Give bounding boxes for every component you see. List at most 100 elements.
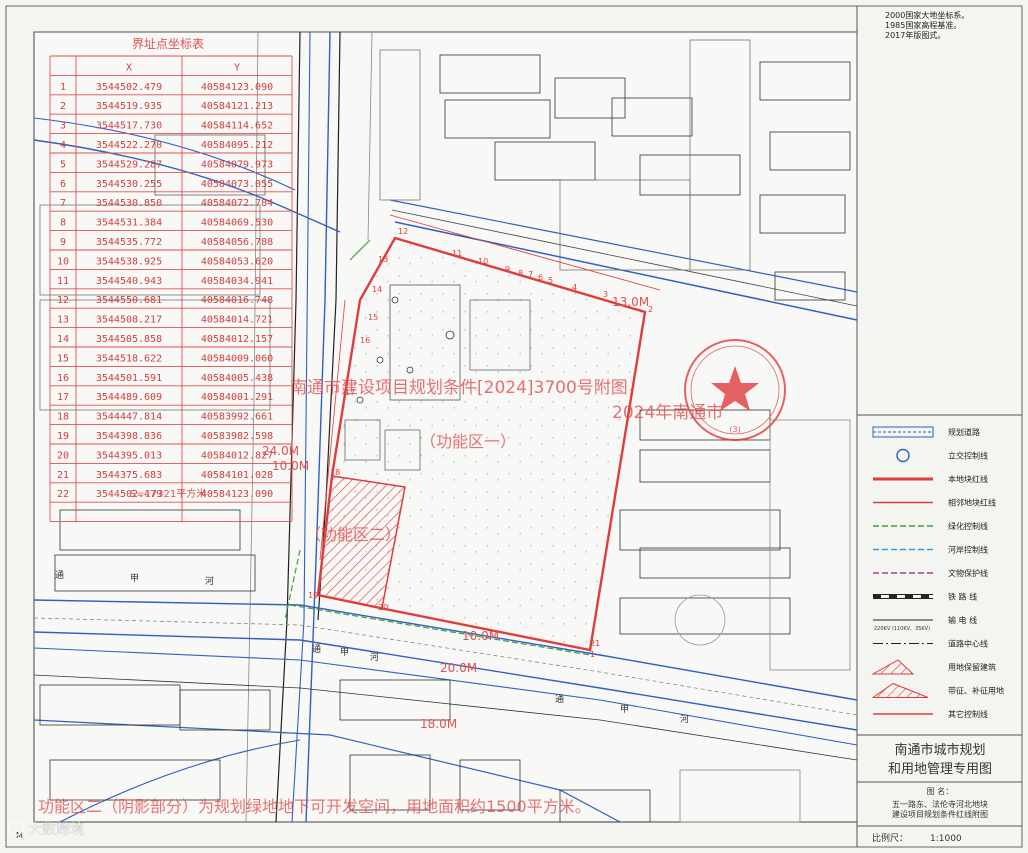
table-cell-point: 2 (60, 101, 66, 112)
table-cell-y: 40584114.652 (201, 121, 273, 132)
table-header: X (126, 62, 132, 73)
road-name: 河 (680, 713, 689, 725)
table-cell-point: 6 (60, 179, 66, 190)
table-header: Y (234, 62, 240, 73)
table-cell-y: 40584012.157 (201, 334, 273, 345)
road-name: 通 (555, 694, 564, 705)
setback-label: 10.0M (272, 459, 309, 473)
table-cell-y: 40584009.060 (201, 353, 273, 364)
header-note: 2000国家大地坐标系。 (885, 10, 969, 20)
point-label: 15 (368, 313, 378, 322)
legend-label: 道路中心线 (948, 639, 988, 649)
table-cell-y: 40584079.973 (201, 159, 273, 170)
table-cell-point: 7 (60, 198, 66, 209)
table-cell-x: 3544398.836 (96, 431, 162, 442)
table-cell-x: 3544502.479 (96, 82, 162, 93)
map-name-1: 五一路东、法伦寺河北地块 (892, 799, 988, 809)
point-label: 13 (378, 255, 388, 264)
table-cell-point: 14 (57, 334, 69, 345)
table-cell-point: 15 (57, 353, 69, 364)
table-cell-x: 3544538.925 (96, 256, 162, 267)
setback-label: 24.0M (262, 444, 299, 458)
point-label: 9 (505, 265, 510, 274)
table-cell-y: 40583982.598 (201, 431, 273, 442)
point-label: 8 (518, 269, 523, 278)
legend-label: 规划道路 (948, 427, 980, 437)
table-cell-point: 11 (57, 276, 69, 287)
table-cell-point: 20 (57, 450, 69, 461)
scale-value: 1:1000 (930, 834, 962, 844)
legend-label: 铁 路 线 (948, 592, 977, 602)
bottom-note: 功能区二（阴影部分）为规划绿地地下可开发空间，用地面积约1500平方米。 (38, 797, 591, 816)
legend-label: 输 电 线 (948, 615, 977, 625)
legend-label: 文物保护线 (948, 568, 988, 578)
point-label: 4 (572, 283, 577, 292)
table-cell-x: 3544505.858 (96, 334, 162, 345)
road-name: 河 (205, 575, 214, 587)
org-line-1: 南通市城市规划 (894, 742, 985, 758)
point-label: 16 (360, 336, 370, 345)
header-note: 1985国家高程基准。 (885, 20, 961, 30)
road-name: 甲 (620, 704, 629, 715)
table-cell-x: 3544375.683 (96, 470, 162, 481)
point-label: 18 (330, 468, 340, 477)
table-cell-y: 40584056.788 (201, 237, 273, 248)
setback-label: 13.0M (612, 295, 649, 309)
point-label: 11 (452, 249, 462, 258)
point-label: 21 (590, 639, 600, 648)
point-label: 1 (590, 650, 595, 659)
table-cell-point: 12 (57, 295, 69, 306)
legend-label: 本地块红线 (948, 474, 988, 484)
table-cell-y: 40584072.784 (201, 198, 273, 209)
legend-label: 其它控制线 (948, 709, 988, 719)
table-cell-x: 3544530.850 (96, 198, 162, 209)
point-label: 19 (308, 591, 318, 600)
point-label: 20 (378, 603, 388, 612)
table-cell-x: 3544540.943 (96, 276, 162, 287)
coordinate-table-area: S=17321平方米 (130, 487, 207, 500)
table-cell-x: 3544522.270 (96, 140, 162, 151)
legend-label: 用地保留建筑 (948, 662, 996, 672)
legend-label: 相邻地块红线 (948, 498, 996, 508)
stamp-number: (3) (729, 425, 740, 434)
point-label: 10 (478, 257, 488, 266)
point-label: 3 (603, 290, 608, 299)
legend-label: 带征、补征用地 (948, 686, 1004, 696)
point-label: 14 (372, 285, 382, 294)
table-cell-y: 40584053.620 (201, 256, 273, 267)
table-cell-point: 9 (60, 237, 66, 248)
table-cell-x: 3544535.772 (96, 237, 162, 248)
table-cell-point: 21 (57, 470, 69, 481)
road-name: 通 (55, 570, 64, 581)
table-cell-y: 40584095.212 (201, 140, 273, 151)
table-cell-y: 40584014.721 (201, 315, 273, 326)
point-label: 12 (398, 227, 408, 236)
table-cell-point: 22 (57, 489, 69, 500)
map-name-2: 建设项目规划条件红线附图 (892, 809, 988, 819)
header-note: 2017年版图式。 (885, 30, 945, 40)
table-cell-x: 3544529.287 (96, 159, 162, 170)
table-cell-x: 3544395.013 (96, 450, 162, 461)
table-cell-point: 16 (57, 373, 69, 384)
table-cell-x: 3544508.217 (96, 315, 162, 326)
overlay-title-2: 2024年南通市 (612, 403, 723, 423)
table-cell-x: 3544518.622 (96, 353, 162, 364)
table-cell-y: 40584016.748 (201, 295, 273, 306)
table-cell-point: 3 (60, 121, 66, 132)
watermark-text: 大数跨境 (28, 822, 84, 838)
table-cell-x: 3544517.730 (96, 121, 162, 132)
setback-label: 18.0M (420, 717, 457, 731)
table-cell-point: 18 (57, 412, 69, 423)
table-cell-x: 3544550.681 (96, 295, 162, 306)
legend-label: 立交控制线 (948, 451, 988, 461)
road-name: 甲 (340, 647, 349, 658)
table-cell-point: 5 (60, 159, 66, 170)
table-cell-point: 4 (60, 140, 66, 151)
table-cell-y: 40584123.090 (201, 489, 273, 500)
table-cell-x: 3544530.255 (96, 179, 162, 190)
legend-sublabel: 220KV (110KV、35KV) (874, 626, 930, 632)
table-cell-y: 40583992.661 (201, 412, 273, 423)
road-name: 甲 (130, 573, 139, 584)
table-cell-x: 3544519.935 (96, 101, 162, 112)
table-cell-y: 40584001.291 (201, 392, 273, 403)
